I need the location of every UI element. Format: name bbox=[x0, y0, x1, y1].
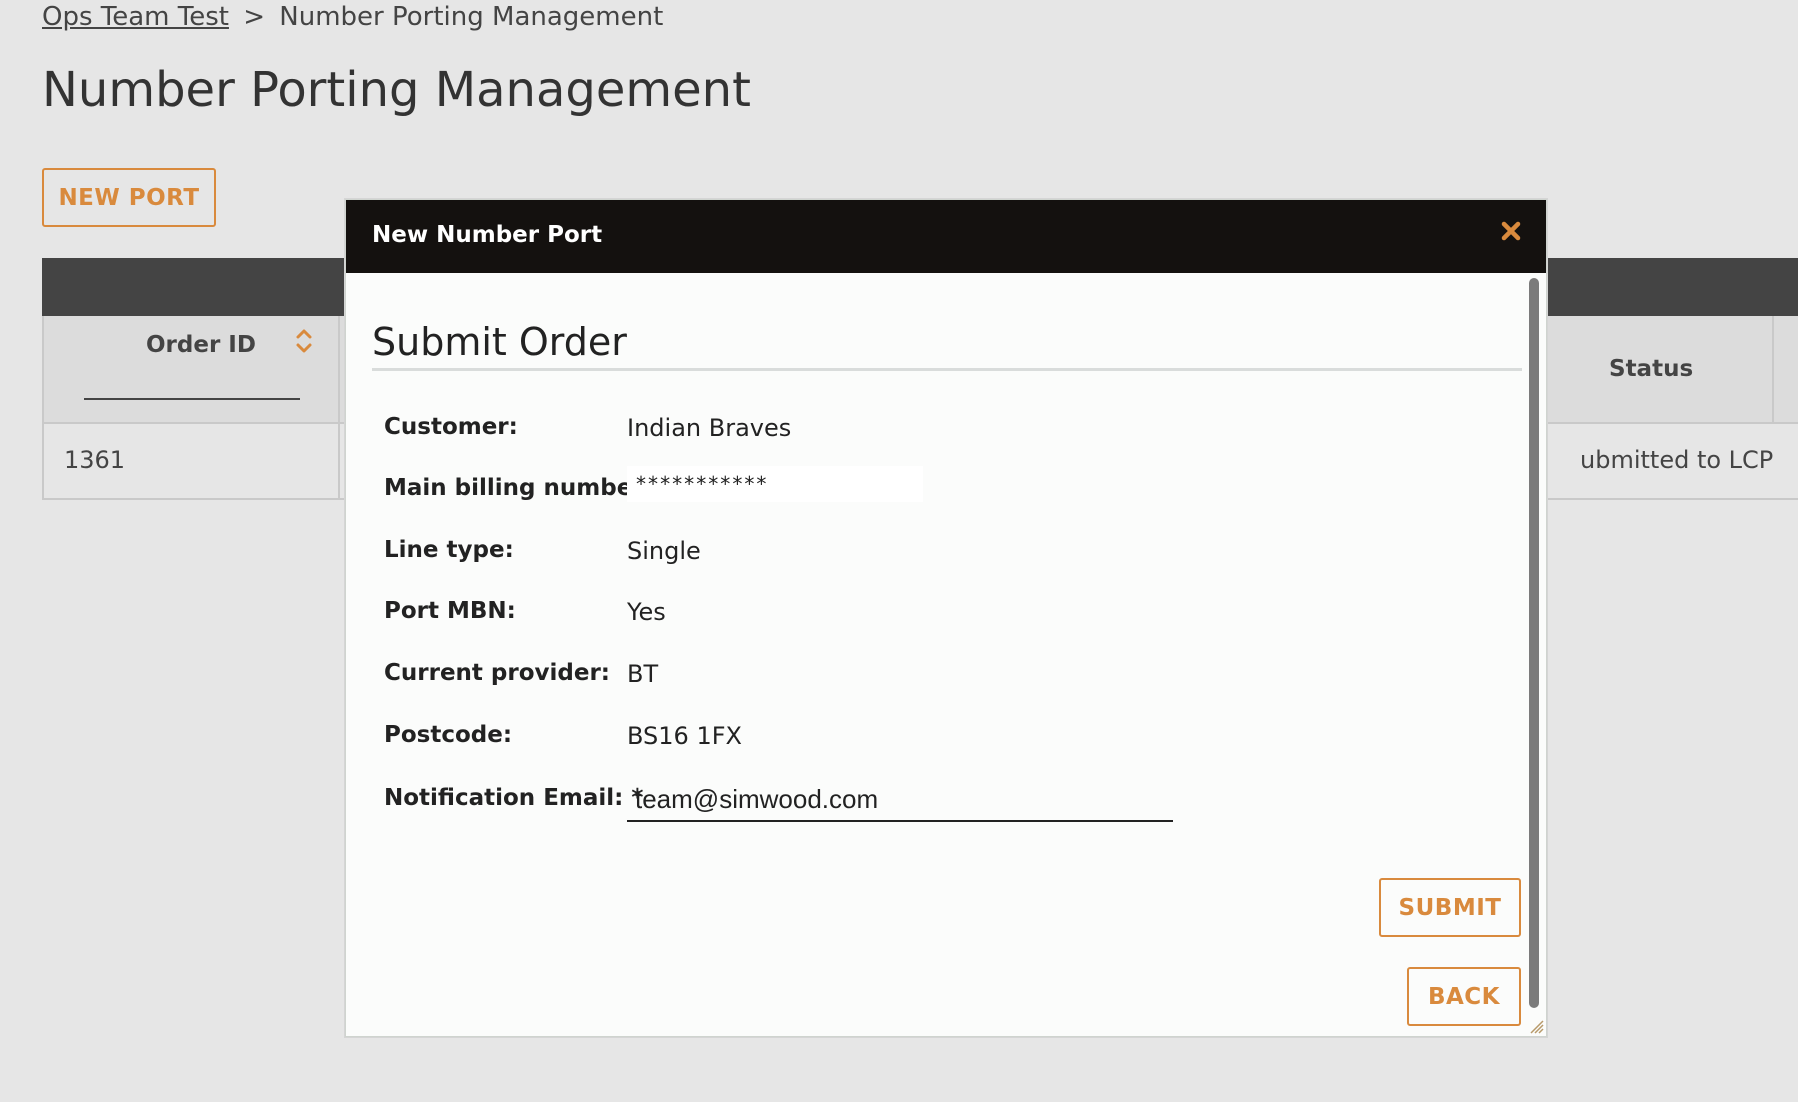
dialog-title: New Number Port bbox=[372, 222, 603, 248]
port-mbn-value: Yes bbox=[627, 598, 666, 626]
main-billing-number-field[interactable] bbox=[627, 466, 923, 502]
column-divider bbox=[1772, 316, 1774, 422]
resize-grip-icon[interactable] bbox=[1528, 1018, 1544, 1034]
customer-value: Indian Braves bbox=[627, 414, 792, 442]
dialog-titlebar[interactable]: New Number Port bbox=[346, 200, 1546, 273]
column-header-order-id[interactable]: Order ID bbox=[44, 316, 340, 422]
notification-email-field[interactable] bbox=[627, 778, 1173, 822]
notification-email-label: Notification Email: * bbox=[384, 785, 644, 811]
breadcrumb-separator: > bbox=[243, 2, 266, 32]
new-number-port-dialog: New Number Port Submit Order Customer: I… bbox=[345, 199, 1547, 1037]
current-provider-value: BT bbox=[627, 660, 659, 688]
postcode-value: BS16 1FX bbox=[627, 722, 742, 750]
column-label-order-id: Order ID bbox=[146, 332, 256, 358]
dialog-scrollbar[interactable] bbox=[1529, 278, 1539, 1008]
new-port-button[interactable]: NEW PORT bbox=[42, 168, 216, 227]
current-provider-label: Current provider: bbox=[384, 660, 611, 686]
cell-status: ubmitted to LCP bbox=[1580, 446, 1774, 474]
main-billing-number-label: Main billing number: bbox=[384, 475, 653, 501]
line-type-value: Single bbox=[627, 537, 701, 565]
breadcrumb-current: Number Porting Management bbox=[279, 2, 664, 32]
order-id-filter-input[interactable] bbox=[84, 398, 300, 400]
page-title: Number Porting Management bbox=[42, 62, 751, 118]
customer-label: Customer: bbox=[384, 414, 518, 440]
cell-order-id: 1361 bbox=[64, 446, 126, 474]
line-type-label: Line type: bbox=[384, 537, 514, 563]
close-icon[interactable] bbox=[1498, 218, 1524, 244]
column-label-status: Status bbox=[1609, 356, 1694, 382]
port-mbn-label: Port MBN: bbox=[384, 598, 516, 624]
section-divider bbox=[372, 368, 1522, 371]
breadcrumb-link-ops-team-test[interactable]: Ops Team Test bbox=[42, 2, 229, 32]
cell-divider bbox=[338, 424, 340, 498]
postcode-label: Postcode: bbox=[384, 722, 513, 748]
section-title: Submit Order bbox=[372, 320, 627, 364]
sort-icon[interactable] bbox=[294, 326, 314, 356]
submit-button[interactable]: SUBMIT bbox=[1379, 878, 1521, 937]
back-button[interactable]: BACK bbox=[1407, 967, 1521, 1026]
breadcrumb: Ops Team Test > Number Porting Managemen… bbox=[42, 2, 663, 32]
